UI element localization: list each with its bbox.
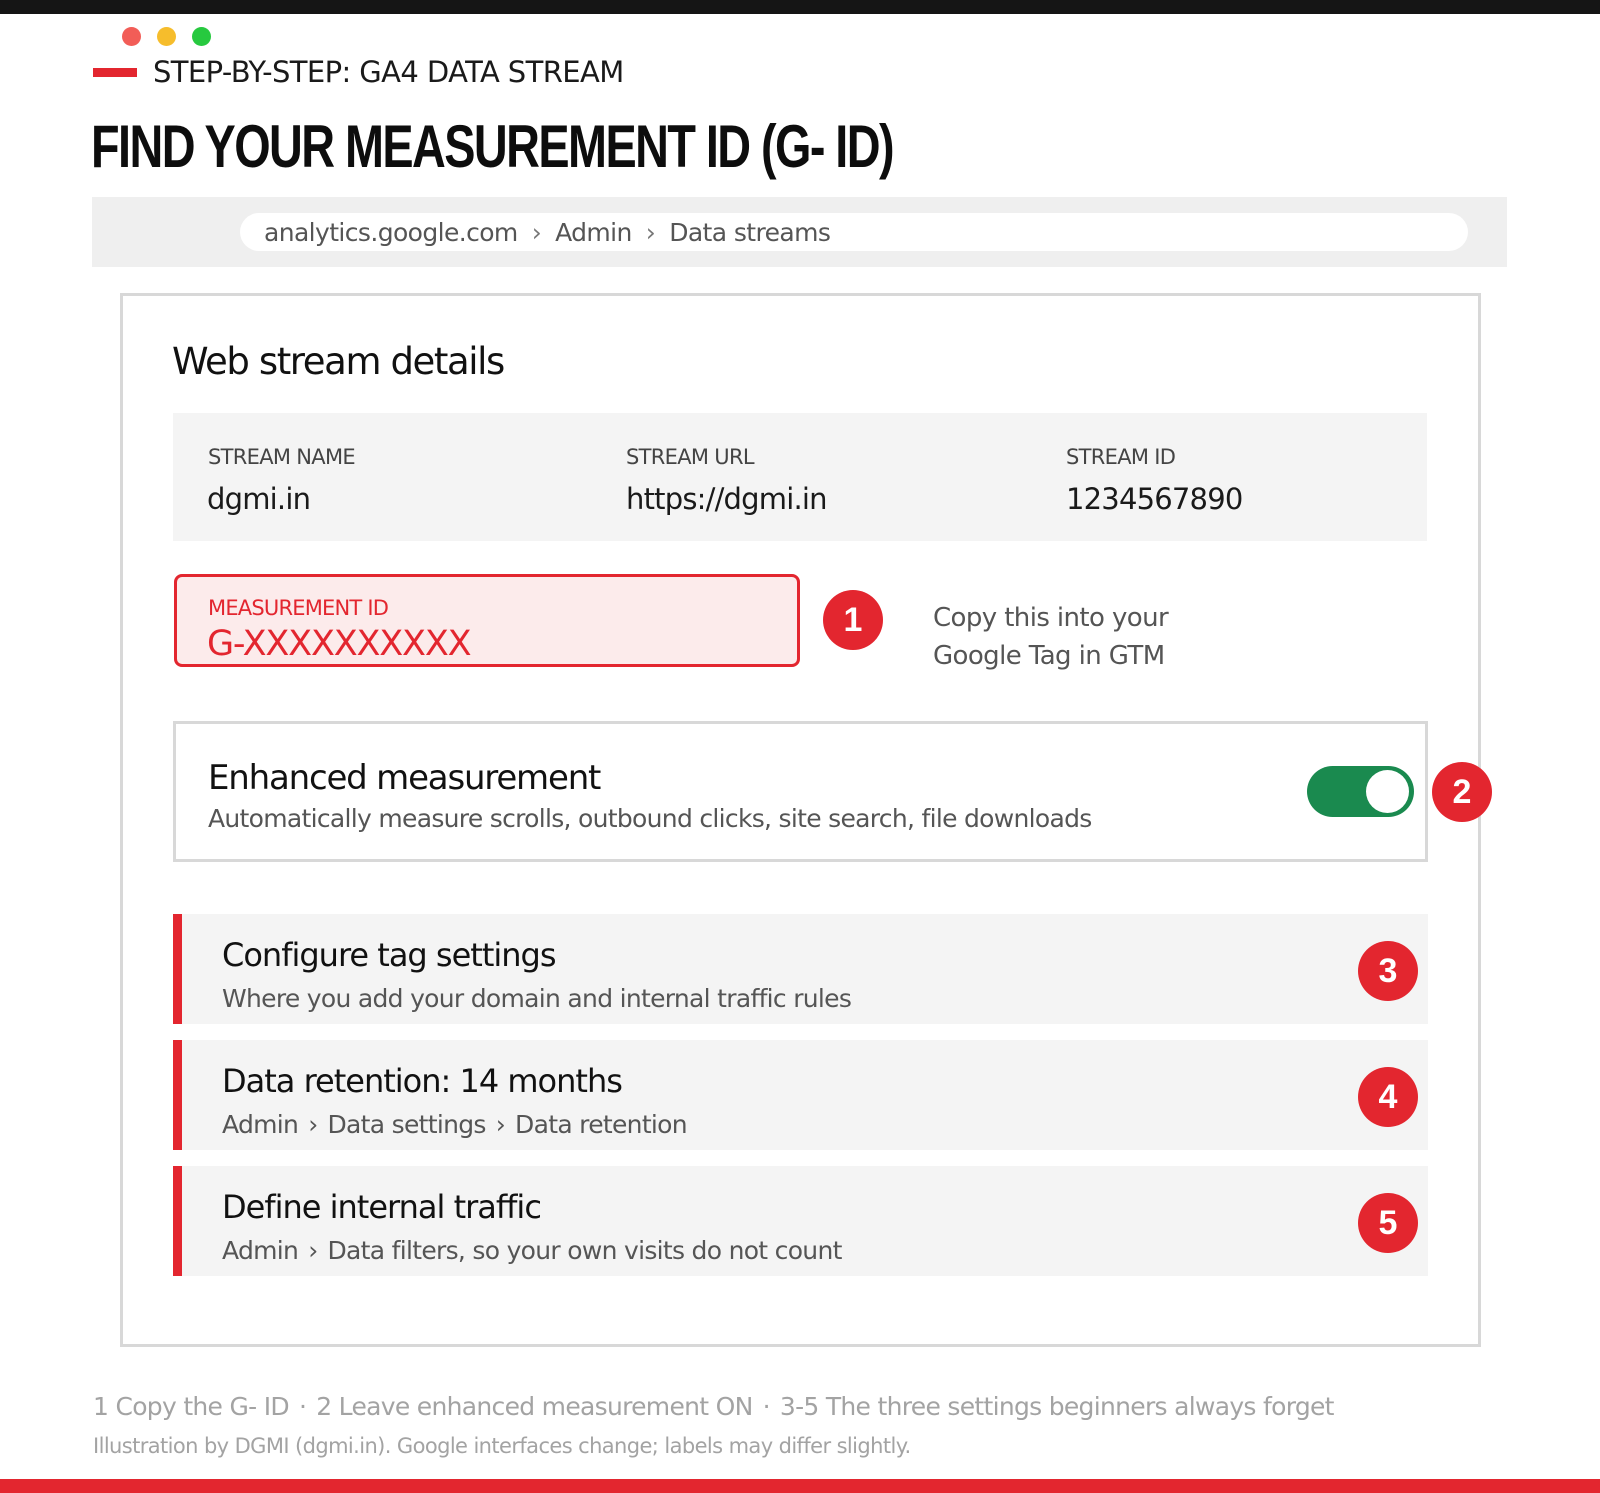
- window-minimize-dot[interactable]: [157, 27, 176, 46]
- page-title: FIND YOUR MEASUREMENT ID (G- ID): [91, 113, 895, 180]
- stream-name-value: dgmi.in: [207, 482, 311, 516]
- setting-title: Configure tag settings: [222, 936, 557, 974]
- kicker: STEP-BY-STEP: GA4 DATA STREAM: [93, 55, 624, 89]
- toggle-knob: [1366, 770, 1409, 813]
- breadcrumb-host: analytics.google.com: [264, 217, 518, 247]
- setting-path: Admin › Data settings › Data retention: [222, 1110, 688, 1139]
- step-badge-4: 4: [1358, 1067, 1418, 1127]
- stream-info-box: [173, 413, 1427, 541]
- measurement-id-label: MEASUREMENT ID: [208, 596, 389, 620]
- step-badge-1: 1: [823, 590, 883, 650]
- path-data-retention: Data retention: [515, 1110, 688, 1139]
- copy-hint-line-2: Google Tag in GTM: [933, 641, 1165, 671]
- enhanced-measurement-toggle[interactable]: [1307, 766, 1414, 817]
- path-data-settings: Data settings: [327, 1110, 487, 1139]
- measurement-id-value[interactable]: G-XXXXXXXXXX: [207, 624, 472, 664]
- path-admin: Admin: [222, 1236, 299, 1265]
- chevron-right-icon: ›: [308, 1236, 318, 1265]
- footer-notes: 1 Copy the G- ID · 2 Leave enhanced measur…: [93, 1392, 1334, 1421]
- stream-url-value: https://dgmi.in: [626, 482, 828, 516]
- chevron-right-icon: ›: [495, 1110, 506, 1139]
- window-close-dot[interactable]: [122, 27, 141, 46]
- dot-separator: ·: [762, 1392, 771, 1421]
- path-admin: Admin: [222, 1110, 299, 1139]
- kicker-dash: [93, 67, 137, 77]
- setting-title: Define internal traffic: [222, 1188, 542, 1226]
- step-badge-3: 3: [1358, 941, 1418, 1001]
- stream-name-label: STREAM NAME: [208, 445, 356, 469]
- chevron-right-icon: ›: [645, 217, 656, 247]
- top-border: [0, 0, 1600, 14]
- breadcrumb-admin: Admin: [555, 217, 632, 247]
- setting-title: Data retention: 14 months: [222, 1062, 623, 1100]
- path-data-filters: Data filters, so your own visits do not …: [327, 1236, 843, 1265]
- setting-row-internal-traffic[interactable]: Define internal traffic Admin › Data filte…: [173, 1166, 1428, 1276]
- setting-row-configure-tag[interactable]: Configure tag settings Where you add you…: [173, 914, 1428, 1024]
- copy-hint-line-1: Copy this into your: [933, 603, 1169, 633]
- footer-note-2: 2 Leave enhanced measurement ON: [316, 1392, 753, 1421]
- setting-description: Where you add your domain and internal t…: [222, 984, 852, 1013]
- breadcrumb-data-streams: Data streams: [669, 217, 831, 247]
- step-badge-2: 2: [1432, 762, 1492, 822]
- step-badge-5: 5: [1358, 1193, 1418, 1253]
- setting-row-data-retention[interactable]: Data retention: 14 months Admin › Data set…: [173, 1040, 1428, 1150]
- enhanced-measurement-title: Enhanced measurement: [208, 758, 601, 798]
- stream-id-label: STREAM ID: [1066, 445, 1176, 469]
- window-maximize-dot[interactable]: [192, 27, 211, 46]
- dot-separator: ·: [298, 1392, 307, 1421]
- footer-credit: Illustration by DGMI (dgmi.in). Google i…: [93, 1434, 911, 1458]
- copy-hint: Copy this into your Google Tag in GTM: [933, 599, 1169, 675]
- stream-url-label: STREAM URL: [626, 445, 755, 469]
- enhanced-measurement-description: Automatically measure scrolls, outbound …: [208, 804, 1092, 833]
- chevron-right-icon: ›: [308, 1110, 318, 1139]
- setting-path: Admin › Data filters, so your own visits d…: [222, 1236, 842, 1265]
- bottom-border: [0, 1479, 1600, 1493]
- kicker-text: STEP-BY-STEP: GA4 DATA STREAM: [153, 55, 624, 89]
- web-stream-details-title: Web stream details: [172, 340, 505, 383]
- address-bar[interactable]: analytics.google.com › Admin › Data stre…: [240, 213, 1468, 251]
- chevron-right-icon: ›: [531, 217, 542, 247]
- footer-note-3: 3-5 The three settings beginners always …: [779, 1392, 1335, 1421]
- stream-id-value: 1234567890: [1066, 482, 1243, 516]
- footer-note-1: 1 Copy the G- ID: [93, 1392, 290, 1421]
